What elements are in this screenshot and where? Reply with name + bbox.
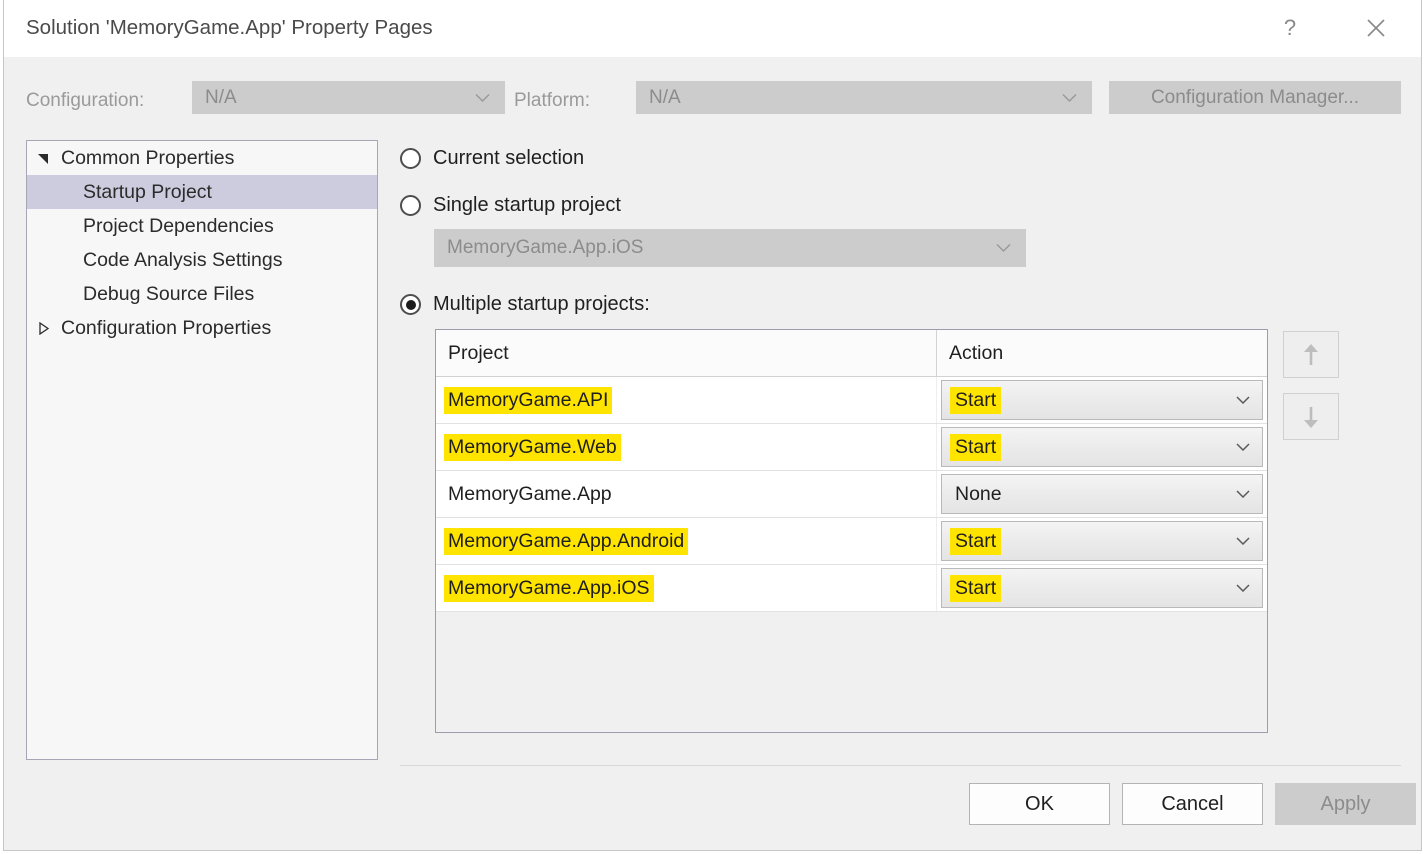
single-startup-project-select[interactable]: MemoryGame.App.iOS — [434, 229, 1026, 267]
chevron-down-icon — [1236, 490, 1250, 498]
grid-header-row: Project Action — [436, 330, 1267, 377]
chevron-down-icon — [1236, 443, 1250, 451]
project-name: MemoryGame.App.Android — [444, 527, 689, 555]
tree-item-label: Common Properties — [61, 146, 235, 169]
chevron-down-icon — [1062, 93, 1077, 102]
move-down-button[interactable] — [1283, 393, 1339, 440]
action-value: Start — [950, 527, 1002, 555]
title-bar: Solution 'MemoryGame.App' Property Pages… — [4, 0, 1421, 57]
tree-item-project-dependencies[interactable]: Project Dependencies — [27, 209, 377, 243]
cell-action[interactable]: Start — [937, 518, 1267, 564]
table-row[interactable]: MemoryGame.App None — [436, 471, 1267, 518]
cell-action[interactable]: Start — [937, 377, 1267, 423]
cell-project[interactable]: MemoryGame.API — [436, 377, 937, 423]
properties-tree: Common Properties Startup Project Projec… — [26, 140, 378, 760]
platform-value: N/A — [649, 86, 681, 108]
cell-project[interactable]: MemoryGame.App.iOS — [436, 565, 937, 611]
chevron-down-icon — [996, 243, 1011, 253]
action-value: Start — [950, 433, 1002, 461]
close-button[interactable] — [1353, 8, 1399, 48]
action-select[interactable]: None — [941, 474, 1263, 514]
dialog-title: Solution 'MemoryGame.App' Property Pages — [26, 16, 433, 39]
tree-item-label: Project Dependencies — [83, 214, 274, 237]
radio-multiple-startup-projects[interactable]: Multiple startup projects: — [400, 293, 650, 316]
triangle-down-filled-icon[interactable] — [27, 152, 59, 165]
tree-item-label: Code Analysis Settings — [83, 248, 283, 271]
radio-unchecked-icon — [400, 148, 421, 169]
property-pages-dialog: Solution 'MemoryGame.App' Property Pages… — [3, 0, 1422, 851]
platform-select[interactable]: N/A — [636, 81, 1092, 114]
cell-action[interactable]: Start — [937, 424, 1267, 470]
move-up-button[interactable] — [1283, 331, 1339, 378]
action-select[interactable]: Start — [941, 521, 1263, 561]
chevron-down-icon — [1236, 537, 1250, 545]
action-value: Start — [950, 574, 1002, 602]
table-row[interactable]: MemoryGame.App.iOS Start — [436, 565, 1267, 612]
project-name: MemoryGame.App — [448, 482, 612, 505]
tree-item-common-properties[interactable]: Common Properties — [27, 141, 377, 175]
action-select[interactable]: Start — [941, 427, 1263, 467]
column-header-project[interactable]: Project — [436, 330, 937, 376]
action-select[interactable]: Start — [941, 568, 1263, 608]
ok-button[interactable]: OK — [969, 783, 1110, 825]
triangle-right-hollow-icon[interactable] — [27, 321, 59, 335]
tree-item-label: Startup Project — [83, 180, 212, 203]
footer-separator — [400, 765, 1401, 766]
cell-project[interactable]: MemoryGame.App — [436, 471, 937, 517]
cell-project[interactable]: MemoryGame.App.Android — [436, 518, 937, 564]
configuration-value: N/A — [205, 86, 237, 108]
platform-label: Platform: — [514, 90, 591, 111]
cell-action[interactable]: None — [937, 471, 1267, 517]
close-icon — [1367, 19, 1385, 37]
help-button[interactable]: ? — [1267, 8, 1313, 48]
radio-checked-icon — [400, 294, 421, 315]
cancel-button[interactable]: Cancel — [1122, 783, 1263, 825]
project-name: MemoryGame.Web — [444, 433, 621, 461]
radio-single-startup-project[interactable]: Single startup project — [400, 194, 621, 217]
chevron-down-icon — [1236, 396, 1250, 404]
tree-item-code-analysis-settings[interactable]: Code Analysis Settings — [27, 243, 377, 277]
question-mark-icon: ? — [1283, 15, 1297, 40]
arrow-down-icon — [1304, 406, 1318, 428]
configuration-select[interactable]: N/A — [192, 81, 505, 114]
action-select[interactable]: Start — [941, 380, 1263, 420]
configuration-label: Configuration: — [26, 90, 145, 111]
column-header-action[interactable]: Action — [937, 330, 1267, 376]
configuration-manager-button[interactable]: Configuration Manager... — [1109, 81, 1401, 114]
chevron-down-icon — [475, 93, 490, 102]
table-row[interactable]: MemoryGame.Web Start — [436, 424, 1267, 471]
table-row[interactable]: MemoryGame.App.Android Start — [436, 518, 1267, 565]
apply-button[interactable]: Apply — [1275, 783, 1416, 825]
tree-item-label: Debug Source Files — [83, 282, 255, 305]
cell-action[interactable]: Start — [937, 565, 1267, 611]
action-value: None — [955, 482, 1002, 505]
startup-projects-grid: Project Action MemoryGame.API Start Memo… — [435, 329, 1268, 733]
tree-item-configuration-properties[interactable]: Configuration Properties — [27, 311, 377, 345]
chevron-down-icon — [1236, 584, 1250, 592]
project-name: MemoryGame.API — [444, 386, 613, 414]
radio-current-selection-label: Current selection — [433, 147, 585, 169]
action-value: Start — [950, 386, 1002, 414]
radio-current-selection[interactable]: Current selection — [400, 147, 584, 170]
radio-multiple-startup-label: Multiple startup projects: — [433, 293, 650, 315]
arrow-up-icon — [1304, 343, 1318, 365]
table-row[interactable]: MemoryGame.API Start — [436, 377, 1267, 424]
single-startup-project-value: MemoryGame.App.iOS — [447, 237, 644, 258]
tree-item-startup-project[interactable]: Startup Project — [27, 175, 377, 209]
configuration-bar: Configuration: N/A Platform: N/A Configu… — [4, 57, 1421, 131]
radio-unchecked-icon — [400, 195, 421, 216]
cell-project[interactable]: MemoryGame.Web — [436, 424, 937, 470]
tree-item-label: Configuration Properties — [61, 316, 272, 339]
project-name: MemoryGame.App.iOS — [444, 574, 654, 602]
radio-single-startup-label: Single startup project — [433, 194, 621, 216]
tree-item-debug-source-files[interactable]: Debug Source Files — [27, 277, 377, 311]
